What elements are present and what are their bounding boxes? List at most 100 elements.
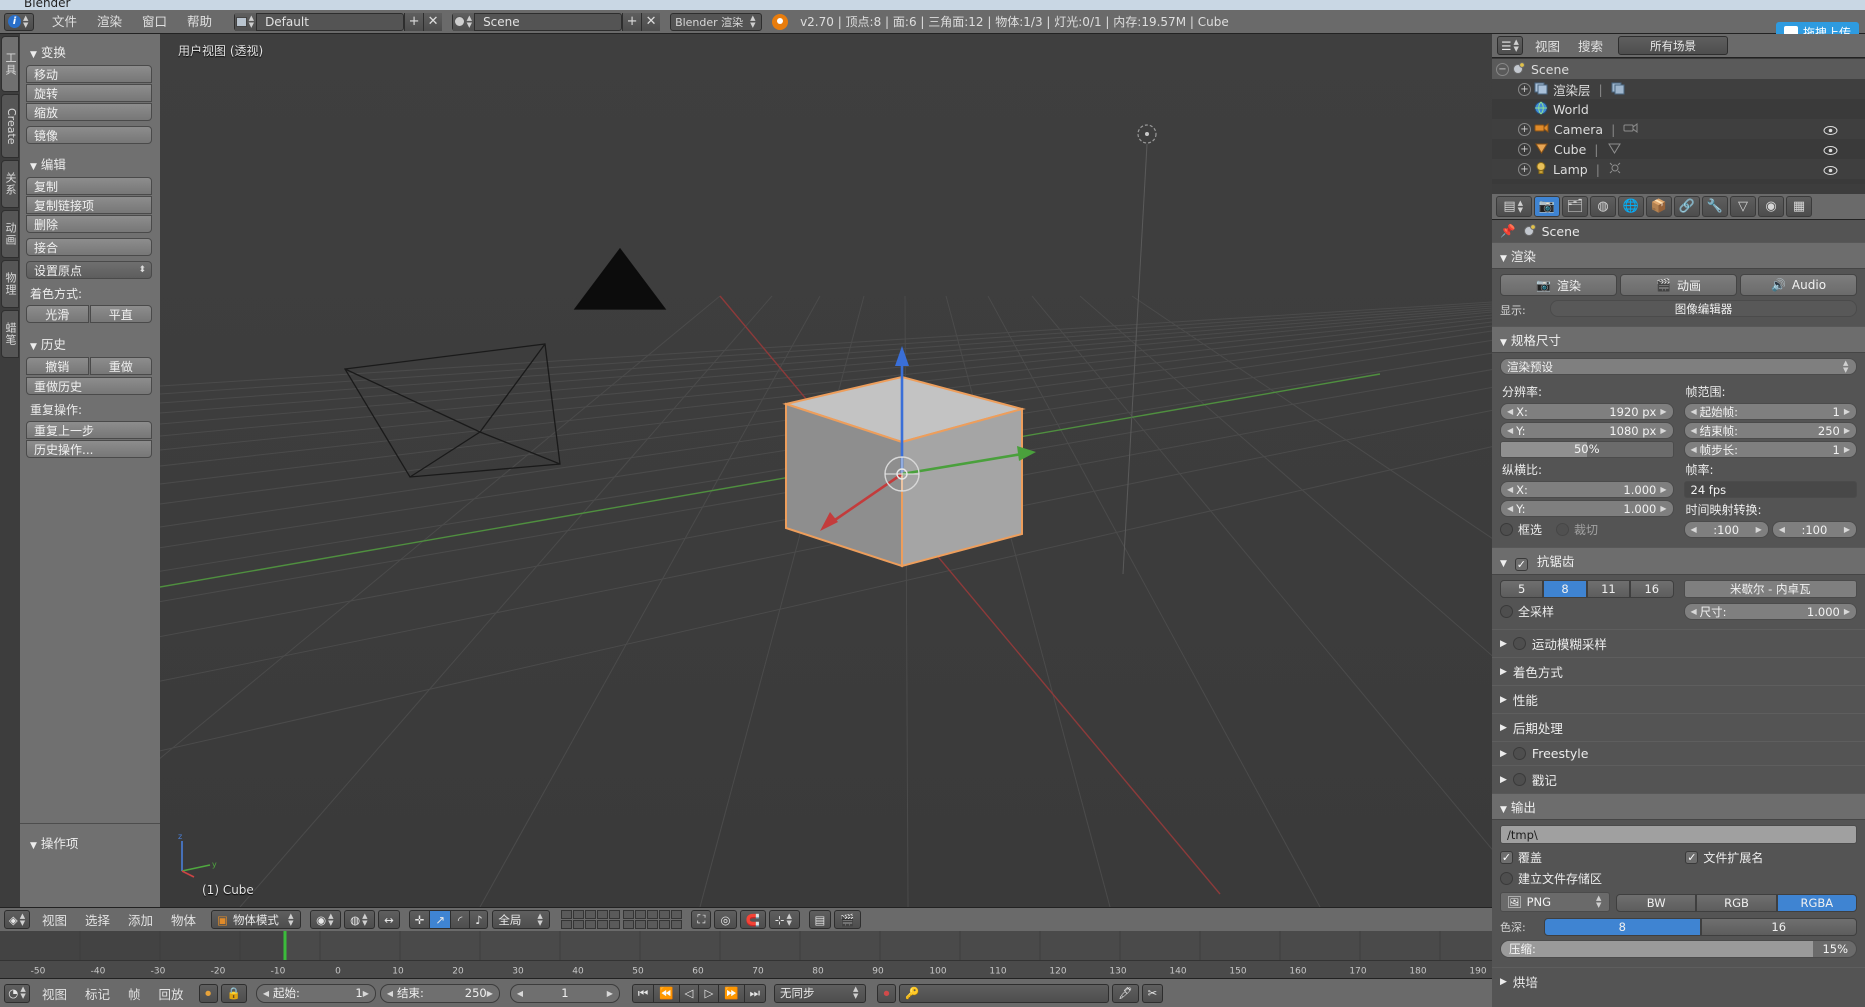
jump-to-end-icon[interactable]: ⏭	[744, 984, 766, 1003]
timeline-menu-marker[interactable]: 标记	[76, 984, 119, 1003]
play-icon[interactable]: ▷	[698, 984, 718, 1003]
tab-modifiers[interactable]: 🔧	[1702, 196, 1728, 217]
framerate-selector[interactable]: 24 fps	[1684, 481, 1858, 498]
play-reverse-icon[interactable]: ◁	[679, 984, 699, 1003]
frame-step-field[interactable]: ◀帧步长:1▶	[1684, 441, 1858, 458]
record-icon[interactable]: ⏺	[877, 984, 896, 1003]
delete-scene-button[interactable]: ✕	[641, 13, 660, 31]
tab-object-data[interactable]: ▽	[1730, 196, 1756, 217]
scene-selector[interactable]: ▲▼ Scene	[452, 13, 622, 31]
add-scene-button[interactable]: +	[622, 13, 641, 31]
panel-postprocessing-header[interactable]: ▶ 后期处理	[1492, 713, 1865, 741]
frame-end-field[interactable]: ◀结束:250▶	[380, 984, 500, 1003]
mesh-data-icon[interactable]	[1607, 141, 1622, 158]
proportional-edit-icon[interactable]: ◎	[714, 910, 736, 929]
3d-viewport[interactable]: 用户视图 (透视) (1) Cube z y	[160, 34, 1492, 907]
color-depth-8[interactable]: 8	[1544, 918, 1701, 936]
antialiasing-checkbox[interactable]: ✓	[1515, 558, 1528, 571]
scene-icon[interactable]: ▲▼	[453, 13, 475, 31]
aa-sample-5[interactable]: 5	[1500, 580, 1543, 598]
outliner-tree[interactable]: − Scene + 渲染层 |	[1492, 58, 1865, 184]
panel-dimensions-header[interactable]: ▼规格尺寸	[1492, 326, 1865, 353]
timeline-menu-playback[interactable]: 回放	[150, 984, 193, 1003]
tool-undo[interactable]: 撤销	[26, 357, 89, 375]
menu-help[interactable]: 帮助	[177, 10, 222, 34]
timeline-strip-canvas[interactable]	[0, 931, 1492, 960]
tab-greasepencil[interactable]: 蜡笔	[1, 310, 19, 358]
visibility-eye-icon[interactable]	[1823, 124, 1837, 135]
lock-to-scene-icon[interactable]: ⛶	[691, 910, 711, 929]
aspect-y-field[interactable]: ◀Y:1.000▶	[1500, 500, 1674, 517]
file-format-selector[interactable]: 🖼 PNG ▲▼	[1500, 892, 1610, 912]
manipulator-extra-icon[interactable]: ♪	[469, 910, 488, 929]
outliner-row-cube[interactable]: + Cube |	[1492, 139, 1865, 159]
motionblur-checkbox[interactable]	[1513, 637, 1526, 650]
viewport-menu-object[interactable]: 物体	[162, 910, 205, 929]
keying-set-field[interactable]: 🔑	[899, 984, 1109, 1003]
tool-translate[interactable]: 移动	[26, 65, 152, 83]
screen-layout-icon[interactable]: ▲▼	[235, 13, 257, 31]
panel-output-header[interactable]: ▼输出	[1492, 793, 1865, 820]
tool-rotate[interactable]: 旋转	[26, 84, 152, 102]
aspect-x-field[interactable]: ◀X:1.000▶	[1500, 481, 1674, 498]
stamp-checkbox[interactable]	[1513, 773, 1526, 786]
tab-render-layers[interactable]: 🗂	[1562, 196, 1588, 217]
render-opengl-image-icon[interactable]: ▤	[809, 910, 832, 929]
tool-set-origin[interactable]: 设置原点	[26, 261, 152, 279]
overwrite-checkbox[interactable]: ✓ 覆盖	[1500, 849, 1671, 866]
manipulator-translate-icon[interactable]: ✛	[409, 910, 430, 929]
auto-keyframe-icon[interactable]: ⏺	[199, 984, 218, 1003]
timeline-menu-view[interactable]: 视图	[33, 984, 76, 1003]
timeline-ruler[interactable]: -50-40-30 -20-100 102030 405060 708090 1…	[0, 960, 1492, 978]
render-preset-selector[interactable]: 渲染预设 ▲▼	[1500, 358, 1857, 375]
delete-keyframe-icon[interactable]: ✂	[1142, 984, 1164, 1003]
tab-texture[interactable]: ▦	[1786, 196, 1812, 217]
outliner-row-renderlayer[interactable]: + 渲染层 |	[1492, 79, 1865, 99]
screen-layout-selector[interactable]: ▲▼ Default	[234, 13, 404, 31]
outliner-row-scene[interactable]: − Scene	[1492, 59, 1865, 79]
section-history-header[interactable]: ▼历史	[26, 330, 152, 357]
placeholder-checkbox[interactable]: 建立文件存储区	[1500, 870, 1843, 887]
tool-repeat-history[interactable]: 历史操作...	[26, 440, 152, 458]
tool-scale[interactable]: 缩放	[26, 103, 152, 121]
outliner-menu-search[interactable]: 搜索	[1569, 36, 1612, 55]
visibility-eye-icon[interactable]	[1823, 164, 1837, 175]
expand-icon[interactable]: +	[1518, 83, 1531, 96]
aa-sample-8[interactable]: 8	[1543, 580, 1586, 598]
viewport-menu-select[interactable]: 选择	[76, 910, 119, 929]
delete-screen-layout-button[interactable]: ✕	[423, 13, 442, 31]
add-screen-layout-button[interactable]: +	[404, 13, 423, 31]
panel-freestyle-header[interactable]: ▶ Freestyle	[1492, 741, 1865, 765]
section-transform-header[interactable]: ▼变换	[26, 38, 152, 65]
tool-duplicate[interactable]: 复制	[26, 177, 152, 195]
crop-checkbox[interactable]: 裁切	[1556, 521, 1598, 538]
display-mode-selector[interactable]: 图像编辑器	[1550, 300, 1857, 317]
viewport-canvas[interactable]	[160, 34, 1492, 907]
timeremap-new-field[interactable]: ◀:100▶	[1772, 521, 1857, 538]
resolution-y-field[interactable]: ◀Y:1080 px▶	[1500, 422, 1674, 439]
renderlayer-data-icon[interactable]	[1611, 81, 1625, 98]
render-image-button[interactable]: 📷 渲染	[1500, 274, 1617, 296]
panel-performance-header[interactable]: ▶ 性能	[1492, 685, 1865, 713]
next-keyframe-icon[interactable]: ⏩	[718, 984, 743, 1003]
outliner-row-camera[interactable]: + Camera |	[1492, 119, 1865, 139]
lock-icon[interactable]: 🔒	[221, 984, 247, 1003]
tab-world[interactable]: 🌐	[1618, 196, 1644, 217]
tool-redo[interactable]: 重做	[90, 357, 153, 375]
collapse-icon[interactable]: −	[1496, 63, 1509, 76]
aa-sample-11[interactable]: 11	[1587, 580, 1630, 598]
expand-icon[interactable]: +	[1518, 143, 1531, 156]
tab-create[interactable]: Create	[1, 94, 19, 158]
outliner-editor-type-icon[interactable]: ☰▲▼	[1497, 36, 1523, 55]
tool-mirror[interactable]: 镜像	[26, 126, 152, 144]
outliner-row-lamp[interactable]: + Lamp |	[1492, 159, 1865, 179]
tab-object[interactable]: 📦	[1646, 196, 1672, 217]
file-extensions-checkbox[interactable]: ✓ 文件扩展名	[1685, 849, 1763, 866]
output-path-input[interactable]: /tmp\	[1500, 825, 1857, 844]
lamp-data-icon[interactable]	[1608, 161, 1622, 178]
snap-target-icon[interactable]: ⊹▲▼	[769, 910, 800, 929]
frame-start-field[interactable]: ◀起始帧:1▶	[1684, 403, 1858, 420]
outliner-row-world[interactable]: World	[1492, 99, 1865, 119]
panel-render-header[interactable]: ▼渲染	[1492, 242, 1865, 269]
panel-motionblur-header[interactable]: ▶ 运动模糊采样	[1492, 629, 1865, 657]
